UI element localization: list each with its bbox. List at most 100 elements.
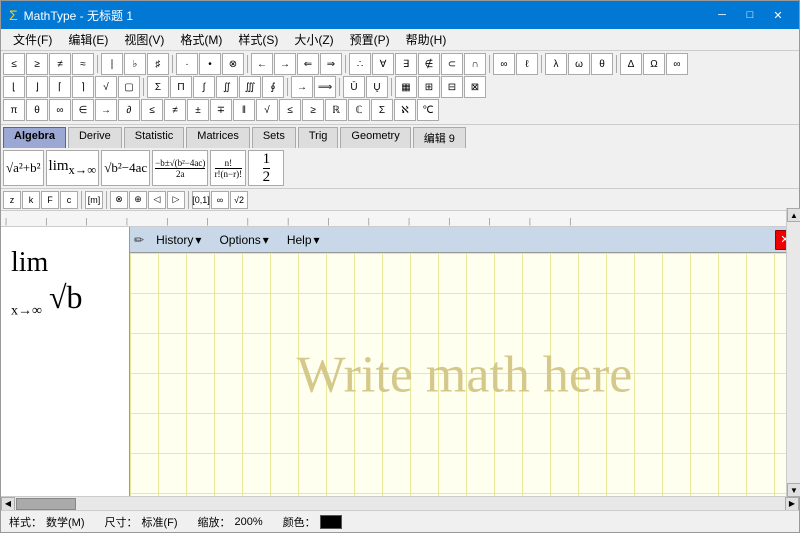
sym-ceil-l[interactable]: ⌈ bbox=[49, 76, 71, 98]
menu-view[interactable]: 视图(V) bbox=[116, 29, 172, 50]
menu-edit[interactable]: 编辑(E) bbox=[60, 29, 116, 50]
sym-pm[interactable]: ± bbox=[187, 99, 209, 121]
h-scroll-thumb[interactable] bbox=[16, 498, 76, 510]
small-btn-otimes[interactable]: ⊗ bbox=[110, 191, 128, 209]
sym-infty3[interactable]: ∞ bbox=[49, 99, 71, 121]
sym-ell[interactable]: ℓ bbox=[516, 53, 538, 75]
small-btn-triLeft[interactable]: ◁ bbox=[148, 191, 166, 209]
sym-ne[interactable]: ≠ bbox=[164, 99, 186, 121]
sym-subset[interactable]: ⊂ bbox=[441, 53, 463, 75]
small-btn-k[interactable]: k bbox=[22, 191, 40, 209]
sym-ceil-r[interactable]: ⌉ bbox=[72, 76, 94, 98]
tab-edit9[interactable]: 编辑 9 bbox=[413, 127, 466, 148]
menu-file[interactable]: 文件(F) bbox=[5, 29, 60, 50]
sym-approx[interactable]: ≈ bbox=[72, 53, 94, 75]
close-button[interactable]: ✕ bbox=[765, 5, 791, 25]
small-btn-z[interactable]: z bbox=[3, 191, 21, 209]
tmpl-radical2[interactable]: √b²−4ac bbox=[101, 150, 150, 186]
sym-therefore[interactable]: ∴ bbox=[349, 53, 371, 75]
sym-square[interactable]: ▢ bbox=[118, 76, 140, 98]
sym-pipe[interactable]: ∣ bbox=[101, 53, 123, 75]
sym-floor-r[interactable]: ⌋ bbox=[26, 76, 48, 98]
panel-menu-history[interactable]: History ▾ bbox=[148, 231, 209, 249]
sym-vec[interactable]: → bbox=[291, 76, 313, 98]
sym-Delta[interactable]: Δ bbox=[620, 53, 642, 75]
sym-larr[interactable]: ← bbox=[251, 53, 273, 75]
tab-algebra[interactable]: Algebra bbox=[3, 127, 66, 148]
sym-infty2[interactable]: ∞ bbox=[666, 53, 688, 75]
sym-ubar[interactable]: Ū bbox=[343, 76, 365, 98]
sym-flat[interactable]: ♭ bbox=[124, 53, 146, 75]
maximize-button[interactable]: □ bbox=[737, 5, 763, 25]
small-btn-01[interactable]: [0,1] bbox=[192, 191, 210, 209]
tab-sets[interactable]: Sets bbox=[252, 127, 296, 148]
minimize-button[interactable]: ─ bbox=[709, 5, 735, 25]
sym-celsius[interactable]: ℃ bbox=[417, 99, 439, 121]
sym-pi[interactable]: Π bbox=[170, 76, 192, 98]
sym-dotted[interactable]: ▦ bbox=[395, 76, 417, 98]
menu-style[interactable]: 样式(S) bbox=[230, 29, 286, 50]
main-scroll-track[interactable] bbox=[787, 222, 800, 483]
sym-aleph[interactable]: ℵ bbox=[394, 99, 416, 121]
sym-floor-l[interactable]: ⌊ bbox=[3, 76, 25, 98]
main-scroll-up[interactable]: ▲ bbox=[787, 208, 800, 222]
menu-format[interactable]: 格式(M) bbox=[172, 29, 230, 50]
writing-area[interactable]: Write math here bbox=[130, 253, 799, 496]
sym-theta2[interactable]: θ bbox=[26, 99, 48, 121]
sym-forall[interactable]: ∀ bbox=[372, 53, 394, 75]
menu-help[interactable]: 帮助(H) bbox=[398, 29, 455, 50]
sym-geq[interactable]: ≥ bbox=[26, 53, 48, 75]
main-scroll-down[interactable]: ▼ bbox=[787, 483, 800, 497]
small-btn-sqrt2[interactable]: √2 bbox=[230, 191, 248, 209]
sym-pi2[interactable]: π bbox=[3, 99, 25, 121]
sym-le2[interactable]: ≤ bbox=[279, 99, 301, 121]
sym-partial[interactable]: ∂ bbox=[118, 99, 140, 121]
tmpl-combination[interactable]: n!r!(n−r)! bbox=[210, 150, 246, 186]
sym-exists[interactable]: ∃ bbox=[395, 53, 417, 75]
small-btn-c[interactable]: c bbox=[60, 191, 78, 209]
panel-menu-options[interactable]: Options ▾ bbox=[211, 231, 276, 249]
sym-sqrt2[interactable]: √ bbox=[256, 99, 278, 121]
h-scroll-left[interactable]: ◀ bbox=[1, 497, 15, 511]
sym-le[interactable]: ≤ bbox=[141, 99, 163, 121]
sym-boxtimes[interactable]: ⊠ bbox=[464, 76, 486, 98]
small-btn-m[interactable]: [m] bbox=[85, 191, 103, 209]
small-btn-infty[interactable]: ∞ bbox=[211, 191, 229, 209]
sym-mp[interactable]: ∓ bbox=[210, 99, 232, 121]
tmpl-radical1[interactable]: √a²+b² bbox=[3, 150, 44, 186]
sym-otimes[interactable]: ⊗ bbox=[222, 53, 244, 75]
sym-Larr[interactable]: ⇐ bbox=[297, 53, 319, 75]
sym-leq[interactable]: ≤ bbox=[3, 53, 25, 75]
sym-int[interactable]: ∫ bbox=[193, 76, 215, 98]
tab-matrices[interactable]: Matrices bbox=[186, 127, 250, 148]
tab-trig[interactable]: Trig bbox=[298, 127, 339, 148]
sym-bullet[interactable]: • bbox=[199, 53, 221, 75]
sym-infty[interactable]: ∞ bbox=[493, 53, 515, 75]
sym-cap[interactable]: ∩ bbox=[464, 53, 486, 75]
sym-omega[interactable]: ω bbox=[568, 53, 590, 75]
tab-statistic[interactable]: Statistic bbox=[124, 127, 185, 148]
tab-geometry[interactable]: Geometry bbox=[340, 127, 410, 148]
sym-oint[interactable]: ∮ bbox=[262, 76, 284, 98]
panel-menu-help[interactable]: Help ▾ bbox=[279, 231, 328, 249]
sym-sharp[interactable]: ♯ bbox=[147, 53, 169, 75]
h-scroll-track[interactable] bbox=[15, 497, 785, 511]
tmpl-limit[interactable]: limx→∞ bbox=[46, 150, 100, 186]
tmpl-quadratic[interactable]: −b±√(b²−4ac)2a bbox=[152, 150, 208, 186]
sym-rarr[interactable]: → bbox=[274, 53, 296, 75]
sym-Sigma[interactable]: Σ bbox=[371, 99, 393, 121]
h-scroll-right[interactable]: ▶ bbox=[785, 497, 799, 511]
sym-C[interactable]: ℂ bbox=[348, 99, 370, 121]
small-btn-F[interactable]: F bbox=[41, 191, 59, 209]
sym-boxminus[interactable]: ⊟ bbox=[441, 76, 463, 98]
sym-iint[interactable]: ∬ bbox=[216, 76, 238, 98]
sym-neq[interactable]: ≠ bbox=[49, 53, 71, 75]
menu-size[interactable]: 大小(Z) bbox=[286, 29, 341, 50]
tmpl-fraction[interactable]: 12 bbox=[248, 150, 284, 186]
sym-double-arr[interactable]: ⟹ bbox=[314, 76, 336, 98]
sym-in[interactable]: ∈ bbox=[72, 99, 94, 121]
sym-cdot[interactable]: · bbox=[176, 53, 198, 75]
small-btn-triRight[interactable]: ▷ bbox=[167, 191, 185, 209]
sym-Rarr[interactable]: ⇒ bbox=[320, 53, 342, 75]
small-btn-oplus[interactable]: ⊕ bbox=[129, 191, 147, 209]
